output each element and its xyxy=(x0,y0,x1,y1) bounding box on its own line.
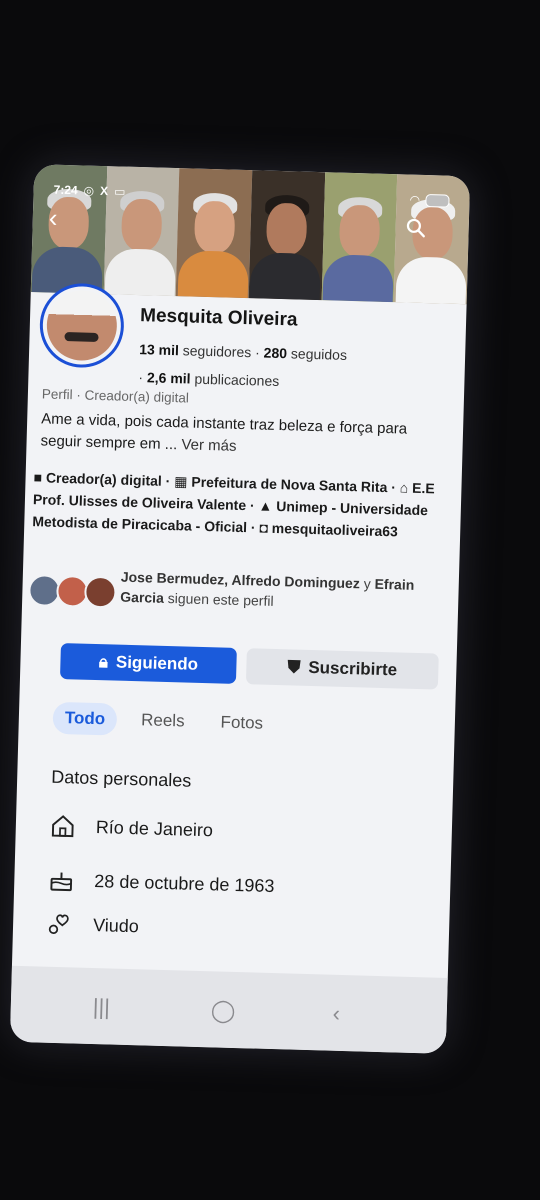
mutual-followers-text: Jose Bermudez, Alfredo Dominguez y Efrai… xyxy=(120,567,421,615)
following-label: seguidos xyxy=(290,345,348,363)
relationship-text: Viudo xyxy=(92,914,140,936)
subscribe-button-label: Suscribirte xyxy=(308,657,398,680)
instagram-icon: ◘ xyxy=(259,519,269,536)
birthday-row: 28 de octubre de 1963 xyxy=(48,865,275,901)
phone-screen: 7:24 ◎ X ▭ ◠ ‹ Mesquita Oliveira 13 mil … xyxy=(9,164,471,1054)
cake-icon xyxy=(50,872,73,892)
back-nav-icon[interactable]: ‹ xyxy=(332,1001,340,1027)
friend-avatar xyxy=(83,575,117,609)
hearts-icon xyxy=(48,914,69,934)
detail-workplace[interactable]: Prefeitura de Nova Santa Rita · xyxy=(191,474,396,496)
graduation-cap-icon: ▲ xyxy=(258,497,273,514)
following-count[interactable]: 280 xyxy=(263,345,287,362)
profile-details: ■ Creador(a) digital · ▦ Prefeitura de N… xyxy=(32,466,454,544)
profile-name: Mesquita Oliveira xyxy=(139,305,298,331)
personal-details-title: Datos personales xyxy=(50,766,192,791)
followers-count[interactable]: 13 mil xyxy=(139,341,179,358)
detail-creator: Creador(a) digital · xyxy=(45,469,171,490)
wifi-icon: ◠ xyxy=(410,192,420,207)
message-icon: ▭ xyxy=(113,184,126,199)
posts-count: 2,6 mil xyxy=(146,369,191,387)
mutual-suffix: siguen este perfil xyxy=(167,589,274,609)
home-icon xyxy=(51,815,74,838)
whatsapp-icon: ◎ xyxy=(83,183,95,198)
posts-prefix: · xyxy=(138,369,144,386)
shield-icon: ⛊ xyxy=(287,657,301,677)
followers-label: seguidores · xyxy=(182,342,261,361)
battery-icon xyxy=(425,193,450,208)
x-icon: X xyxy=(99,183,109,199)
mutual-and: y xyxy=(363,575,371,592)
location-row: Río de Janeiro xyxy=(49,811,213,846)
tab-fotos[interactable]: Fotos xyxy=(208,706,275,740)
relationship-row: Viudo xyxy=(47,909,140,942)
tab-todo[interactable]: Todo xyxy=(52,701,118,736)
home-button-icon[interactable]: ◯ xyxy=(210,997,235,1024)
search-icon[interactable] xyxy=(404,216,427,239)
profile-tabs: Todo Reels Fotos xyxy=(52,701,275,741)
clock: 7:24 xyxy=(53,182,78,198)
mutual-names: Jose Bermudez, Alfredo Dominguez xyxy=(120,568,361,592)
profile-avatar[interactable] xyxy=(38,282,126,369)
video-icon: ■ xyxy=(33,469,43,486)
following-button-label: Siguiendo xyxy=(115,652,199,674)
tab-reels[interactable]: Reels xyxy=(129,704,197,738)
building-icon: ▦ xyxy=(174,473,188,490)
subscribe-button[interactable]: ⛊ Suscribirte xyxy=(245,648,439,690)
recent-apps-icon[interactable]: ||| xyxy=(92,994,110,1020)
detail-instagram[interactable]: mesquitaoliveira63 xyxy=(272,520,398,540)
system-nav-bar: ||| ◯ ‹ xyxy=(9,965,448,1054)
see-more-link[interactable]: Ver más xyxy=(181,436,236,455)
mutual-followers[interactable]: Jose Bermudez, Alfredo Dominguez y Efrai… xyxy=(27,564,449,636)
school-icon: ⌂ xyxy=(399,479,409,496)
profile-category: Perfil · Creador(a) digital xyxy=(41,386,190,406)
back-arrow-icon[interactable]: ‹ xyxy=(48,203,58,233)
location-text: Río de Janeiro xyxy=(95,816,214,840)
posts-label: publicaciones xyxy=(194,370,280,390)
following-button[interactable]: 🔒︎ Siguiendo xyxy=(59,643,237,684)
birthday-text: 28 de octubre de 1963 xyxy=(94,870,275,896)
lock-icon: 🔒︎ xyxy=(98,652,109,672)
profile-bio: Ame a vida, pois cada instante traz bele… xyxy=(40,408,441,463)
